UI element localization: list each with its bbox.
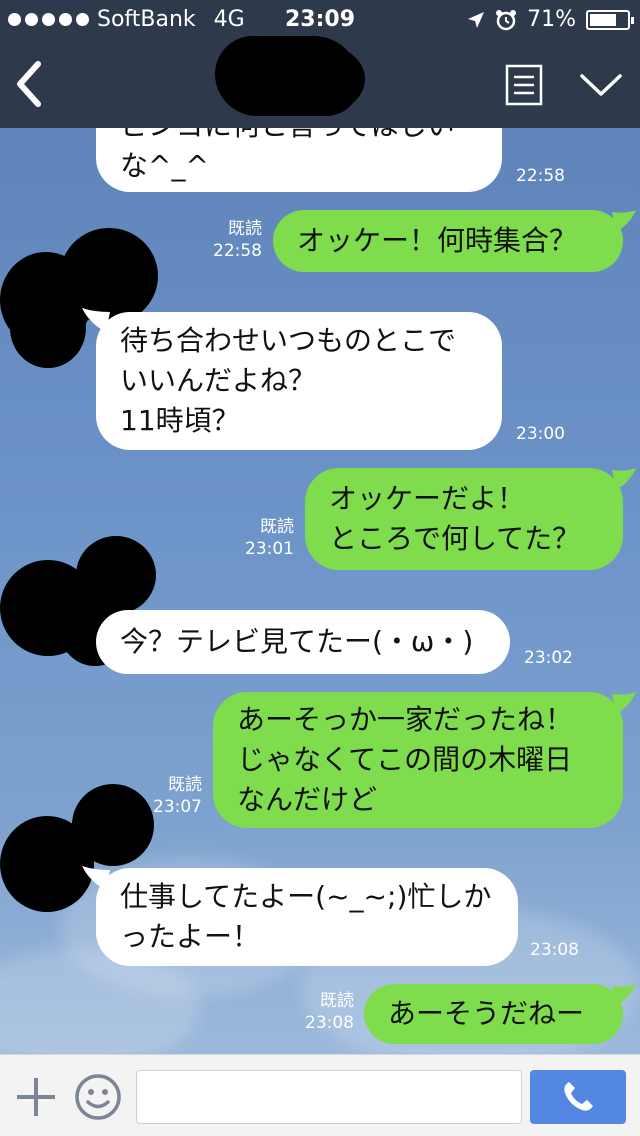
- message-timestamp: 22:58: [516, 166, 565, 186]
- outgoing-bubble-tail: [612, 468, 636, 490]
- message-line: いいんだよね？: [120, 364, 317, 397]
- message-composer: [0, 1054, 640, 1136]
- read-receipt: 既読: [260, 517, 294, 537]
- incoming-message-bubble[interactable]: 待ち合わせいつものとこで いいんだよね？ 11時頃？: [96, 312, 502, 450]
- message-timestamp: 23:01: [245, 539, 294, 559]
- plus-icon: [17, 1078, 55, 1116]
- phone-icon: [564, 1082, 593, 1111]
- message-line: あーそっか一家だったね！: [237, 703, 574, 736]
- call-button[interactable]: [530, 1070, 626, 1124]
- message-timestamp: 23:08: [305, 1013, 354, 1033]
- outgoing-message-bubble[interactable]: あーそうだねー: [364, 984, 623, 1044]
- message-line: ところで何してた？: [329, 522, 581, 555]
- attach-button[interactable]: [14, 1075, 58, 1119]
- list-menu-icon: [505, 64, 543, 106]
- message-line: 仕事してたよー(~_~;)忙しか: [120, 880, 492, 913]
- message-timestamp: 23:08: [530, 940, 579, 960]
- message-line: じゃなくてこの間の木曜日: [237, 743, 573, 776]
- incoming-message-bubble[interactable]: ビンゴに何と言ってほしい な^_^: [96, 128, 502, 192]
- outgoing-message-bubble[interactable]: オッケー！何時集合？: [273, 210, 623, 272]
- incoming-bubble-tail: [82, 866, 110, 890]
- read-receipt: 既読: [320, 991, 354, 1011]
- message-line: 11時頃？: [120, 404, 240, 437]
- back-button[interactable]: [10, 58, 50, 110]
- read-receipt: 既読: [228, 219, 262, 239]
- outgoing-bubble-tail: [612, 984, 636, 1006]
- message-timestamp: 22:58: [213, 241, 262, 261]
- outgoing-message-bubble[interactable]: オッケーだよ！ ところで何してた？: [305, 468, 623, 570]
- message-line: 待ち合わせいつものとこで: [120, 324, 457, 357]
- message-line: 今？テレビ見てたー(・ω・): [120, 625, 474, 658]
- status-bar: SoftBank 4G 23:09 71%: [0, 0, 640, 40]
- message-line: なんだけど: [237, 783, 378, 816]
- chat-history[interactable]: ビンゴに何と言ってほしい な^_^ 22:58 既読 22:58 オッケー！何時…: [0, 128, 640, 1054]
- more-options-button[interactable]: [578, 70, 624, 100]
- alarm-icon: [496, 9, 517, 30]
- battery-percent: 71%: [527, 7, 576, 32]
- incoming-message-bubble[interactable]: 仕事してたよー(~_~;)忙しか ったよー！: [96, 868, 518, 966]
- sticker-button[interactable]: [74, 1073, 122, 1121]
- message-input[interactable]: [136, 1070, 522, 1124]
- message-line: オッケー！何時集合？: [297, 224, 578, 257]
- outgoing-message-bubble[interactable]: あーそっか一家だったね！ じゃなくてこの間の木曜日 なんだけど: [213, 692, 623, 828]
- message-line: ったよー！: [120, 920, 261, 953]
- battery-icon: [586, 9, 634, 30]
- incoming-message-bubble[interactable]: 今？テレビ見てたー(・ω・): [96, 610, 510, 674]
- message-line: オッケーだよ！: [329, 482, 526, 515]
- menu-button[interactable]: [505, 64, 543, 106]
- chevron-down-icon: [580, 74, 622, 96]
- outgoing-bubble-tail: [612, 692, 636, 714]
- contact-name-redaction: [215, 36, 365, 116]
- incoming-bubble-tail: [82, 308, 110, 332]
- location-arrow-icon: [468, 11, 485, 28]
- smiley-icon: [75, 1074, 121, 1120]
- message-timestamp: 23:02: [524, 648, 573, 668]
- message-line: あーそうだねー: [388, 997, 585, 1030]
- outgoing-bubble-tail: [612, 210, 636, 232]
- message-line: ビンゴに何と言ってほしい: [120, 128, 478, 146]
- message-timestamp: 23:00: [516, 424, 565, 444]
- chevron-left-icon: [17, 61, 41, 107]
- chat-header: [0, 36, 640, 128]
- message-line: な^_^: [120, 149, 209, 182]
